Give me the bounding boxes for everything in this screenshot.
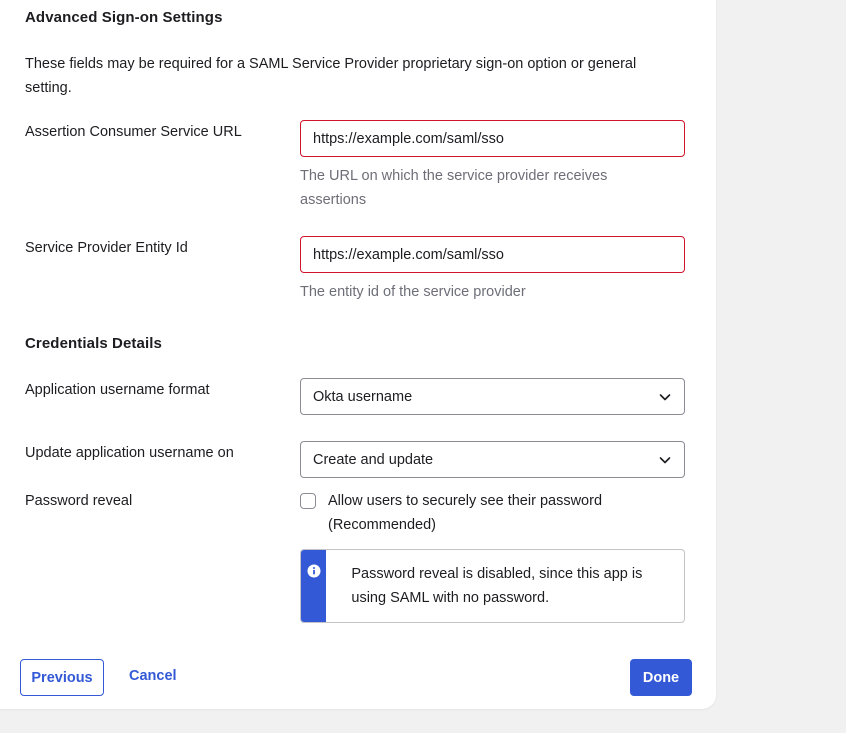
previous-button[interactable]: Previous: [20, 659, 104, 696]
chevron-down-icon: [659, 393, 671, 400]
acs-url-input[interactable]: [300, 120, 685, 157]
acs-url-hint: The URL on which the service provider re…: [300, 168, 608, 208]
password-reveal-label: Password reveal: [25, 493, 133, 509]
done-button[interactable]: Done: [630, 659, 692, 696]
update-on-select[interactable]: Create and update: [300, 441, 685, 478]
chevron-down-icon: [659, 456, 671, 463]
password-reveal-checkbox[interactable]: [300, 493, 316, 509]
cancel-button[interactable]: Cancel: [129, 668, 177, 684]
username-format-label: Application username format: [25, 382, 210, 398]
password-reveal-checkbox-label[interactable]: Allow users to securely see their passwo…: [328, 489, 648, 537]
entity-id-input[interactable]: [300, 236, 685, 273]
username-format-select[interactable]: Okta username: [300, 378, 685, 415]
entity-id-label: Service Provider Entity Id: [25, 240, 188, 256]
update-on-label: Update application username on: [25, 445, 234, 461]
password-reveal-callout: Password reveal is disabled, since this …: [300, 549, 685, 623]
update-on-value: Create and update: [313, 451, 434, 468]
callout-accent-bar: [301, 550, 327, 622]
acs-url-label: Assertion Consumer Service URL: [25, 124, 242, 140]
callout-message: Password reveal is disabled, since this …: [351, 566, 643, 606]
advanced-signon-heading: Advanced Sign-on Settings: [25, 9, 223, 26]
advanced-signon-description: These fields may be required for a SAML …: [25, 56, 637, 96]
info-icon: [307, 564, 321, 578]
entity-id-hint: The entity id of the service provider: [300, 284, 526, 300]
credentials-heading: Credentials Details: [25, 335, 162, 352]
username-format-value: Okta username: [313, 388, 413, 405]
